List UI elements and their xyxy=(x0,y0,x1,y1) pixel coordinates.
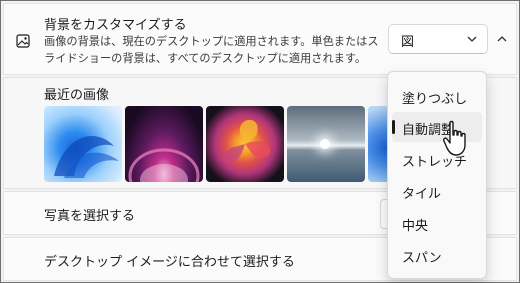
customize-background-title: 背景をカスタマイズする xyxy=(44,18,187,33)
customize-background-card: 背景をカスタマイズする 画像の背景は、現在のデスクトップに適用されます。単色また… xyxy=(3,3,517,75)
chevron-up-icon[interactable] xyxy=(497,36,507,42)
chevron-down-icon xyxy=(467,36,477,42)
fit-option-label: 塗りつぶし xyxy=(402,92,468,107)
background-type-value: 図 xyxy=(401,35,415,50)
fit-options-menu: 塗りつぶし 自動調整 ストレッチ タイル 中央 スパン xyxy=(387,71,487,279)
fit-option-label: タイル xyxy=(402,187,442,202)
selection-indicator xyxy=(392,120,395,134)
image-icon xyxy=(16,34,30,48)
fit-option-center[interactable]: 中央 xyxy=(392,208,482,238)
recent-image-thumbnail[interactable] xyxy=(125,106,203,182)
fit-option-fill[interactable]: 塗りつぶし xyxy=(392,81,482,111)
background-type-select[interactable]: 図 xyxy=(388,24,488,54)
customize-background-description: 画像の背景は、現在のデスクトップに適用されます。単色またはスライドショーの背景は… xyxy=(44,35,379,65)
recent-image-thumbnail[interactable] xyxy=(44,106,122,182)
fit-option-label: 中央 xyxy=(402,219,429,234)
settings-window: 背景をカスタマイズする 画像の背景は、現在のデスクトップに適用されます。単色また… xyxy=(0,0,520,283)
fit-option-span[interactable]: スパン xyxy=(392,240,482,270)
recent-image-thumbnail[interactable] xyxy=(287,106,365,182)
recent-image-thumbnail[interactable] xyxy=(206,106,284,182)
fit-desktop-image-label: デスクトップ イメージに合わせて選択する xyxy=(44,255,295,270)
fit-option-label: スパン xyxy=(402,251,442,266)
fit-option-tile[interactable]: タイル xyxy=(392,176,482,206)
choose-photo-label: 写真を選択する xyxy=(44,209,136,224)
recent-images-label: 最近の画像 xyxy=(44,88,110,103)
mouse-cursor-icon xyxy=(443,120,466,156)
